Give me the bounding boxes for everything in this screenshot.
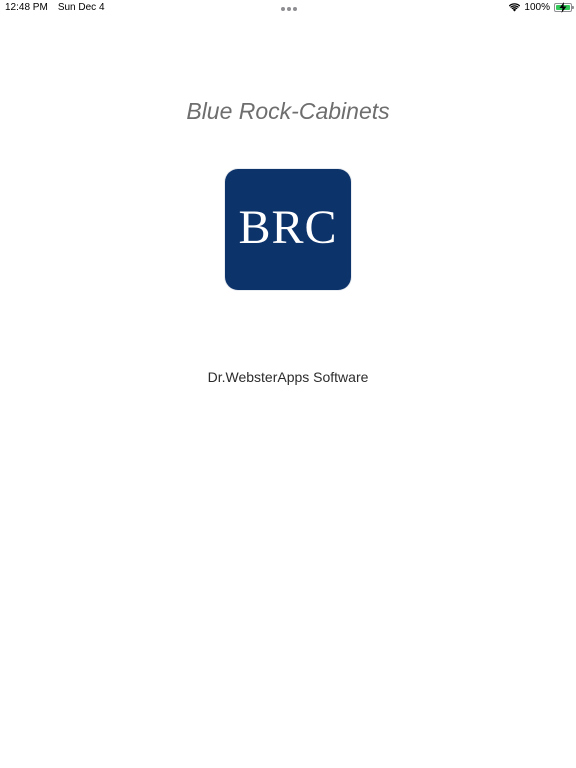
dot-icon (281, 7, 285, 11)
status-right: 100% (509, 2, 574, 13)
status-time: 12:48 PM (5, 2, 48, 13)
status-date: Sun Dec 4 (57, 2, 105, 13)
app-logo: BRC (225, 169, 351, 290)
bolt-icon (559, 2, 567, 13)
logo-text: BRC (238, 201, 338, 254)
battery-percent: 100% (524, 2, 550, 13)
company-name: Dr.WebsterApps Software (207, 369, 369, 385)
splash-screen: 12:48 PM Sun Dec 4 100% Blue Rock-Cabine… (0, 0, 576, 768)
status-left: 12:48 PM Sun Dec 4 (5, 2, 105, 13)
multitasking-menu-icon[interactable] (281, 7, 297, 11)
battery-charging-icon (554, 2, 574, 13)
dot-icon (293, 7, 297, 11)
app-title: Blue Rock-Cabinets (186, 98, 390, 124)
battery-cap (572, 6, 574, 9)
status-bar: 12:48 PM Sun Dec 4 100% (0, 0, 576, 16)
wifi-icon (509, 3, 521, 12)
dot-icon (287, 7, 291, 11)
